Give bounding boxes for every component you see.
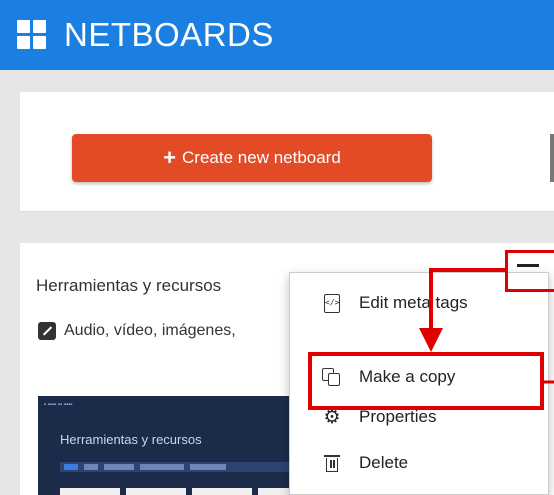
plus-icon: +	[163, 145, 177, 170]
highlight-make-a-copy	[308, 352, 544, 410]
menu-item-label: Properties	[359, 407, 437, 426]
thumbnail-header: ▪ ▪▪▪▪ ▪▪ ▪▪▪▪	[44, 402, 73, 408]
netboard-tags: Audio, vídeo, imágenes,	[38, 322, 236, 340]
highlight-hamburger	[505, 250, 554, 292]
menu-item-delete[interactable]: Delete	[290, 443, 550, 483]
menu-item-label: Edit meta tags	[359, 293, 468, 312]
top-spacer	[0, 70, 554, 92]
code-file-icon: </>	[319, 293, 345, 313]
gear-icon: ⚙	[323, 405, 341, 428]
grid-icon	[17, 20, 47, 50]
netboard-title[interactable]: Herramientas y recursos	[36, 276, 221, 296]
create-netboard-label: Create new netboard	[182, 148, 341, 167]
menu-item-label: Delete	[359, 453, 409, 472]
netboard-tags-text: Audio, vídeo, imágenes,	[64, 322, 236, 339]
trash-icon	[319, 454, 345, 472]
secondary-button-edge[interactable]	[550, 134, 554, 182]
thumbnail-title: Herramientas y recursos	[60, 432, 202, 447]
create-netboard-button[interactable]: + Create new netboard	[72, 134, 432, 182]
app-title: NETBOARDS	[64, 16, 274, 53]
pencil-icon[interactable]	[38, 322, 56, 340]
top-bar: NETBOARDS	[0, 0, 554, 70]
